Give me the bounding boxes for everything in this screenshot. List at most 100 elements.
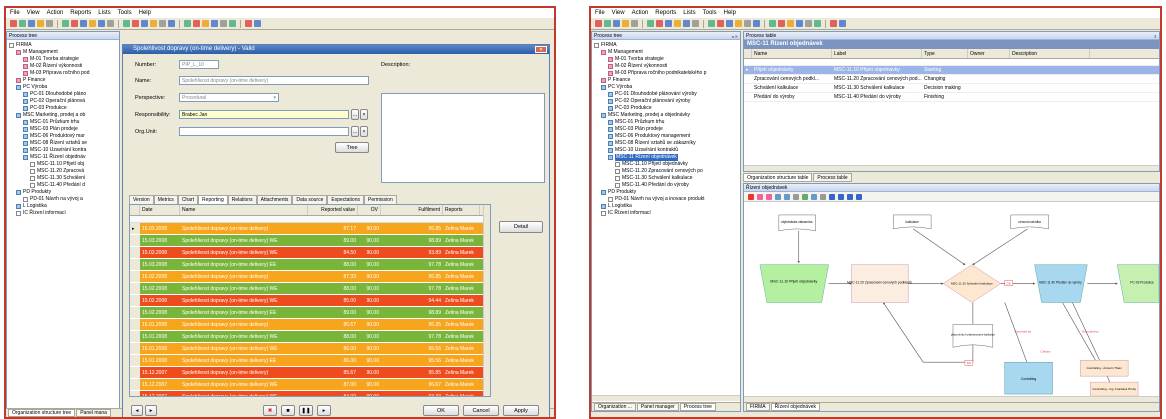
- toolbar-button-icon[interactable]: [229, 20, 236, 27]
- col-ov[interactable]: OV: [358, 205, 381, 215]
- tree-node[interactable]: MSC-03 Plán prodeje: [9, 126, 119, 133]
- tree-node[interactable]: PC-02 Operační plánování výroby: [594, 98, 740, 105]
- row-selector[interactable]: [130, 331, 140, 342]
- toolbar-button-icon[interactable]: [37, 20, 44, 27]
- tab-org-structure-tree[interactable]: Organization structure tree: [8, 409, 76, 417]
- toolbar-button-icon[interactable]: [28, 20, 35, 27]
- row-selector[interactable]: [130, 271, 140, 282]
- menu-tools[interactable]: Tools: [703, 10, 717, 16]
- table-row[interactable]: Předání do výroby MSC-11.40 Předání do vý…: [744, 93, 1159, 102]
- tab-metrics[interactable]: Metrics: [153, 195, 178, 204]
- toolbar-button-icon[interactable]: [613, 20, 620, 27]
- table-row[interactable]: 15.12.2007 Spolehlivost dopravy (on-time …: [130, 367, 490, 379]
- menu-lists[interactable]: Lists: [683, 10, 695, 16]
- tree-node[interactable]: P Finance: [594, 77, 740, 84]
- tree-node[interactable]: MSC-03 Plán prodeje: [594, 126, 740, 133]
- col-owner[interactable]: Owner: [968, 49, 1010, 58]
- delete-icon[interactable]: ✖: [263, 405, 277, 416]
- tree-node[interactable]: MSC-01 Průzkum trhu: [9, 119, 119, 126]
- menu-file[interactable]: File: [10, 10, 20, 16]
- row-selector[interactable]: [130, 319, 140, 330]
- perspective-select[interactable]: Procedural ▾: [179, 93, 279, 102]
- col-name[interactable]: Name: [180, 205, 308, 215]
- tree-node[interactable]: M Management: [9, 49, 119, 56]
- table-row[interactable]: ▸ Přijetí objednávky MSC-11.10 Přijetí obj…: [744, 66, 1159, 75]
- toolbar-button-icon[interactable]: [62, 20, 69, 27]
- menu-reports[interactable]: Reports: [70, 10, 91, 16]
- table-row[interactable]: 15.01.2008 Spolehlivost dopravy (on-time …: [130, 319, 490, 331]
- toolbar-button-icon[interactable]: [796, 20, 803, 27]
- diagram-tool-icon[interactable]: [784, 193, 790, 200]
- toolbar-button-icon[interactable]: [769, 20, 776, 27]
- table-row[interactable]: 15.02.2008 Spolehlivost dopravy (on-time …: [130, 307, 490, 319]
- tree-node[interactable]: M-02 Řízení výkonnosti: [594, 63, 740, 70]
- row-selector[interactable]: [744, 84, 752, 92]
- menu-help[interactable]: Help: [139, 10, 151, 16]
- toolbar-button-icon[interactable]: [744, 20, 751, 27]
- tree-node[interactable]: MSC Marketing, prodej a ob: [9, 112, 119, 119]
- tree-node[interactable]: MSC-08 Řízení vztahů se zákazníky: [594, 140, 740, 147]
- col-type[interactable]: Type: [922, 49, 968, 58]
- toolbar-button-icon[interactable]: [150, 20, 157, 27]
- diagram-tool-icon[interactable]: [757, 193, 763, 200]
- row-selector[interactable]: [744, 75, 752, 83]
- menu-action[interactable]: Action: [632, 10, 649, 16]
- tab-organization[interactable]: Organization ...: [594, 403, 636, 411]
- diagram-tool-icon[interactable]: [775, 193, 781, 200]
- diagram-tool-icon[interactable]: [847, 193, 853, 200]
- tree-node[interactable]: PC Výroba: [9, 84, 119, 91]
- toolbar-button-icon[interactable]: [726, 20, 733, 27]
- row-selector[interactable]: ▸: [130, 223, 140, 234]
- table-row[interactable]: ▸ 15.03.2008 Spolehlivost dopravy (on-time…: [130, 223, 490, 235]
- tab-version[interactable]: Version: [129, 195, 154, 204]
- toolbar-button-icon[interactable]: [814, 20, 821, 27]
- ok-button[interactable]: OK: [423, 405, 459, 416]
- menu-help[interactable]: Help: [724, 10, 736, 16]
- table-row[interactable]: Schválení kalkulace MSC-11.30 Schválení k…: [744, 84, 1159, 93]
- tree-node[interactable]: PC-01 Dlouhodobé pláno: [9, 91, 119, 98]
- table-row[interactable]: 15.01.2008 Spolehlivost dopravy (on-time …: [130, 355, 490, 367]
- tree-node[interactable]: M Management: [594, 49, 740, 56]
- browse-orgunit-button[interactable]: …: [351, 126, 359, 137]
- tree-node[interactable]: MSC-11 Řízení objednáv: [9, 154, 119, 161]
- tab-attachments[interactable]: Attachments: [256, 195, 293, 204]
- tree-node[interactable]: MSC-06 Produktový management: [594, 133, 740, 140]
- tab-firma[interactable]: FIRMA: [746, 403, 770, 411]
- tab-data-source[interactable]: Data source: [292, 195, 328, 204]
- tree-hscrollbar[interactable]: [592, 395, 740, 401]
- toolbar-button-icon[interactable]: [98, 20, 105, 27]
- toolbar-button-icon[interactable]: [132, 20, 139, 27]
- tree-node[interactable]: MSC Marketing, prodej a objednávky: [594, 112, 740, 119]
- tree-node[interactable]: MSC-11.20 Zpracová: [9, 168, 119, 175]
- col-date[interactable]: Date: [140, 205, 180, 215]
- toolbar-button-icon[interactable]: [692, 20, 699, 27]
- row-selector[interactable]: [130, 367, 140, 378]
- table-row[interactable]: Zpracování cenových podkl... MSC-11.20 Zp…: [744, 75, 1159, 84]
- menu-file[interactable]: File: [595, 10, 605, 16]
- tree-node[interactable]: M-02 Řízení výkonnosti: [9, 63, 119, 70]
- tree-node[interactable]: MSC-11 Řízení objednávek: [594, 154, 740, 161]
- stop-icon[interactable]: ■: [281, 405, 295, 416]
- tree-node[interactable]: MSC-10 Uzavírání kontra: [9, 147, 119, 154]
- row-selector[interactable]: [130, 391, 140, 396]
- col-label[interactable]: Label: [832, 49, 922, 58]
- toolbar-button-icon[interactable]: [595, 20, 602, 27]
- tree-node[interactable]: PC-01 Dlouhodobé plánování výroby: [594, 91, 740, 98]
- tree-node[interactable]: M-03 Příprava ročního podnikatelského p: [594, 70, 740, 77]
- toolbar-button-icon[interactable]: [665, 20, 672, 27]
- toolbar-button-icon[interactable]: [683, 20, 690, 27]
- table-row[interactable]: 15.12.2007 Spolehlivost dopravy (on-time …: [130, 379, 490, 391]
- row-selector[interactable]: [744, 93, 752, 101]
- tab-rizeni-objednavek[interactable]: Řízení objednávek: [770, 403, 820, 411]
- number-field[interactable]: PIP_L_10: [179, 60, 219, 69]
- toolbar-button-icon[interactable]: [805, 20, 812, 27]
- toolbar-button-icon[interactable]: [220, 20, 227, 27]
- table-row[interactable]: 15.03.2008 Spolehlivost dopravy (on-time …: [130, 235, 490, 247]
- tree-node[interactable]: PD-01 Návrh na vývoj a inovace produkt: [594, 196, 740, 203]
- tree-node[interactable]: PD-01 Návrh na vývoj a: [9, 196, 119, 203]
- row-selector[interactable]: [130, 343, 140, 354]
- toolbar-button-icon[interactable]: [787, 20, 794, 27]
- tree-node[interactable]: MSC-11.30 Schválení: [9, 175, 119, 182]
- tab-process-tree[interactable]: Process tree: [679, 403, 716, 411]
- tab-expectations[interactable]: Expectations: [327, 195, 364, 204]
